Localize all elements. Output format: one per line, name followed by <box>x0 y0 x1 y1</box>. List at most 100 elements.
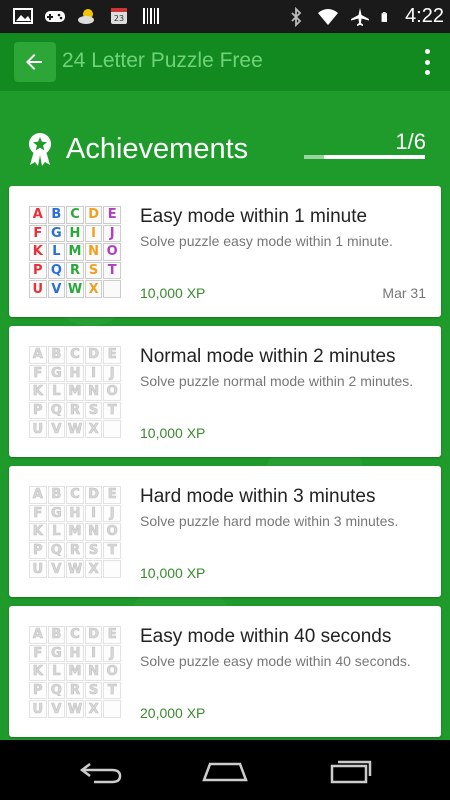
letter-tile: H <box>66 504 84 523</box>
letter-tile: L <box>47 383 66 401</box>
nav-recents-icon[interactable] <box>326 754 376 786</box>
letter-tile: B <box>47 486 66 504</box>
letter-tile: C <box>66 206 84 224</box>
achievement-xp: 10,000 XP <box>140 565 206 581</box>
letter-tile: U <box>29 700 47 718</box>
letter-tile: A <box>29 346 47 364</box>
nav-back-icon[interactable] <box>76 754 126 786</box>
airplane-icon <box>351 7 370 26</box>
letter-tile: G <box>47 644 66 663</box>
achievement-card[interactable]: A B C D E F G H I J K L M N O P Q R S T U V W X Easy mode within… <box>9 606 441 737</box>
status-left-icons: 23 <box>12 6 162 26</box>
letter-tile: D <box>84 346 103 364</box>
letter-tile: Q <box>47 681 66 700</box>
overflow-menu-button[interactable] <box>422 49 432 75</box>
letter-tile: F <box>29 504 47 523</box>
letter-tile: M <box>66 243 84 261</box>
letter-tile: P <box>29 261 47 280</box>
letter-tile: U <box>29 280 47 298</box>
app-bar: 24 Letter Puzzle Free <box>0 33 450 91</box>
letter-tile: F <box>29 644 47 663</box>
letter-tile: K <box>29 523 47 541</box>
letter-tile: X <box>84 280 103 298</box>
back-button[interactable] <box>14 44 54 80</box>
achievement-date: Mar 31 <box>382 285 426 301</box>
nav-home-icon[interactable] <box>200 754 250 786</box>
letter-tile: O <box>103 663 121 681</box>
letter-tile: S <box>84 261 103 280</box>
letter-tile <box>103 280 121 298</box>
letter-tile: L <box>47 243 66 261</box>
letter-tile: Q <box>47 401 66 420</box>
letter-tile: W <box>66 700 84 718</box>
letter-tile: T <box>103 681 121 700</box>
letter-tile <box>103 700 121 718</box>
letter-tile: F <box>29 364 47 383</box>
achievements-progress-text: 1/6 <box>395 129 426 154</box>
letter-tile: J <box>103 504 121 523</box>
letter-tile: U <box>29 420 47 438</box>
letter-tile: P <box>29 541 47 560</box>
letter-tile: R <box>66 541 84 560</box>
wifi-icon <box>318 8 339 25</box>
letter-tile: D <box>84 206 103 224</box>
achievements-progress-bar <box>304 155 425 159</box>
letter-tile <box>103 560 121 578</box>
letter-tile: C <box>66 626 84 644</box>
letter-tile: J <box>103 644 121 663</box>
bluetooth-icon <box>291 6 302 27</box>
letter-tile: C <box>66 346 84 364</box>
navigation-bar <box>0 740 450 800</box>
letter-tile: P <box>29 401 47 420</box>
achievement-xp: 10,000 XP <box>140 425 206 441</box>
letter-tile: E <box>103 626 121 644</box>
letter-tile: X <box>84 420 103 438</box>
achievement-title: Easy mode within 1 minute <box>140 206 368 227</box>
status-right-icons: 4:22 <box>285 0 444 33</box>
achievement-title: Normal mode within 2 minutes <box>140 346 396 367</box>
achievement-badge-locked: ABCDE FGHIJ KLMNO PQRST UVWX <box>29 626 121 718</box>
letter-tile: F <box>29 224 47 243</box>
letter-tile: W <box>66 560 84 578</box>
letter-tile: N <box>84 383 103 401</box>
achievement-card[interactable]: A B C D E F G H I J K L M N O P Q R S T U V W X Easy mode within… <box>9 186 441 317</box>
letter-tile: I <box>84 364 103 383</box>
achievement-badge-locked: ABCDE FGHIJ KLMNO PQRST UVWX <box>29 486 121 578</box>
letter-tile: B <box>47 206 66 224</box>
letter-tile: V <box>47 700 66 718</box>
letter-tile: O <box>103 243 121 261</box>
status-bar: 23 4:22 <box>0 0 450 33</box>
achievement-description: Solve puzzle normal mode within 2 minute… <box>140 373 414 389</box>
achievement-card[interactable]: A B C D E F G H I J K L M N O P Q R S T U V W X Normal mode with… <box>9 326 441 457</box>
letter-tile: S <box>84 681 103 700</box>
letter-tile: G <box>47 224 66 243</box>
letter-tile: N <box>84 663 103 681</box>
app-title: 24 Letter Puzzle Free <box>62 49 263 72</box>
weather-icon <box>78 9 94 24</box>
letter-tile: K <box>29 243 47 261</box>
letter-tile: K <box>29 383 47 401</box>
letter-tile: E <box>103 486 121 504</box>
letter-tile: R <box>66 681 84 700</box>
letter-tile: O <box>103 523 121 541</box>
letter-tile: W <box>66 280 84 298</box>
gamepad-icon <box>45 11 65 22</box>
achievement-xp: 20,000 XP <box>140 705 206 721</box>
letter-tile: L <box>47 663 66 681</box>
letter-tile: H <box>66 224 84 243</box>
achievement-card[interactable]: A B C D E F G H I J K L M N O P Q R S T U V W X Hard mode within… <box>9 466 441 597</box>
letter-tile: A <box>29 486 47 504</box>
letter-tile: J <box>103 364 121 383</box>
letter-tile: V <box>47 280 66 298</box>
letter-tile: P <box>29 681 47 700</box>
achievement-description: Solve puzzle easy mode within 40 seconds… <box>140 653 411 669</box>
letter-tile: H <box>66 364 84 383</box>
letter-tile: V <box>47 420 66 438</box>
letter-tile: N <box>84 523 103 541</box>
image-icon <box>13 8 33 24</box>
letter-tile: T <box>103 401 121 420</box>
letter-tile: N <box>84 243 103 261</box>
letter-tile: L <box>47 523 66 541</box>
letter-tile: A <box>29 206 47 224</box>
letter-tile: C <box>66 486 84 504</box>
